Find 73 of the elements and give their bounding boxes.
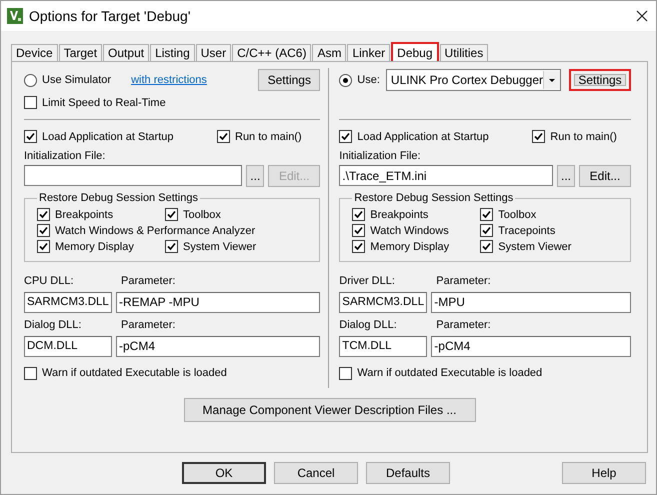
tab[interactable]: Utilities [440,44,488,61]
dll-field[interactable]: SARMCM3.DLL [24,292,112,312]
tab[interactable]: Listing [150,44,195,61]
check-mark-icon [219,132,228,141]
tab[interactable]: Device [11,44,58,61]
field-label: Dialog DLL: [24,319,82,331]
check-mark-icon [534,132,544,141]
field-label: Parameter: [436,275,491,287]
app-logo-icon [7,8,23,24]
driver-dropdown[interactable]: ULINK Pro Cortex Debugger [386,69,561,91]
group-title: Restore Debug Session Settings [353,192,514,204]
field-label: Initialization File: [24,150,106,162]
settings-button[interactable]: Settings [569,69,631,91]
init-file-field[interactable] [24,165,242,186]
field-label: Parameter: [121,319,176,331]
checkbox[interactable]: Load Application at Startup [24,130,174,143]
edit-button[interactable]: Edit... [579,164,631,186]
check-mark-icon [167,210,176,219]
field-label: CPU DLL: [24,275,75,287]
checkbox[interactable]: System Viewer [165,240,256,253]
dialog-button[interactable]: Help [562,462,646,484]
window-title: Options for Target 'Debug' [29,8,192,24]
checkbox[interactable]: Memory Display [37,240,134,253]
dll-field[interactable]: SARMCM3.DLL [339,292,428,312]
checkbox[interactable]: Toolbox [165,208,221,221]
checkbox[interactable]: Run to main() [532,130,617,143]
radio-button[interactable]: Use Simulator [24,74,112,86]
checkbox[interactable]: Breakpoints [37,208,114,221]
checkbox[interactable]: Warn if outdated Executable is loaded [24,366,227,380]
checkbox[interactable]: Warn if outdated Executable is loaded [339,366,542,380]
checkbox[interactable]: Toolbox [480,208,536,221]
checkbox[interactable]: Breakpoints [352,208,428,221]
checkbox[interactable]: Limit Speed to Real-Time [24,96,166,109]
dll-field[interactable]: DCM.DLL [24,336,112,356]
checkbox[interactable]: Watch Windows & Performance Analyzer [37,224,256,237]
parameter-field[interactable]: -MPU [431,292,631,312]
manage-button[interactable]: Manage Component Viewer Description Files ... [184,398,476,422]
checkbox[interactable]: System Viewer [480,240,572,253]
field-label: Initialization File: [339,150,421,162]
tab[interactable]: Debug [391,42,439,61]
tab[interactable]: Linker [347,44,390,61]
check-mark-icon [341,132,350,141]
checkbox[interactable]: Tracepoints [480,224,556,237]
field-label: Driver DLL: [339,275,396,287]
settings-button[interactable]: Settings [258,69,320,91]
close-icon[interactable] [636,10,648,22]
parameter-field[interactable]: -pCM4 [116,336,320,356]
checkbox[interactable]: Watch Windows [352,224,449,237]
field-label: Parameter: [436,319,491,331]
checkbox[interactable]: Run to main() [217,130,302,143]
restrictions-link[interactable]: with restrictions [131,74,207,86]
tab[interactable]: User [196,44,232,61]
checkbox[interactable]: Load Application at Startup [339,130,489,143]
parameter-field[interactable]: -pCM4 [431,336,631,356]
tab[interactable]: C/C++ (AC6) [232,44,312,61]
check-mark-icon [167,242,176,251]
dialog-button[interactable]: OK [182,462,266,484]
browse-button[interactable]: ... [557,164,575,186]
check-mark-icon [26,132,35,141]
browse-button[interactable]: ... [246,164,264,186]
group-title: Restore Debug Session Settings [38,192,199,204]
dialog-button[interactable]: Defaults [366,462,450,484]
radio-button[interactable]: Use: [339,74,380,86]
init-file-field[interactable]: .\Trace_ETM.ini [339,165,553,186]
dialog-button[interactable]: Cancel [274,462,358,484]
dll-field[interactable]: TCM.DLL [339,336,428,356]
tab[interactable]: Output [103,44,150,61]
parameter-field[interactable]: -REMAP -MPU [116,292,320,312]
checkbox[interactable]: Memory Display [352,240,450,253]
tab[interactable]: Asm [312,44,346,61]
tab[interactable]: Target [58,44,102,61]
field-label: Parameter: [121,275,176,287]
field-label: Dialog DLL: [339,319,398,331]
